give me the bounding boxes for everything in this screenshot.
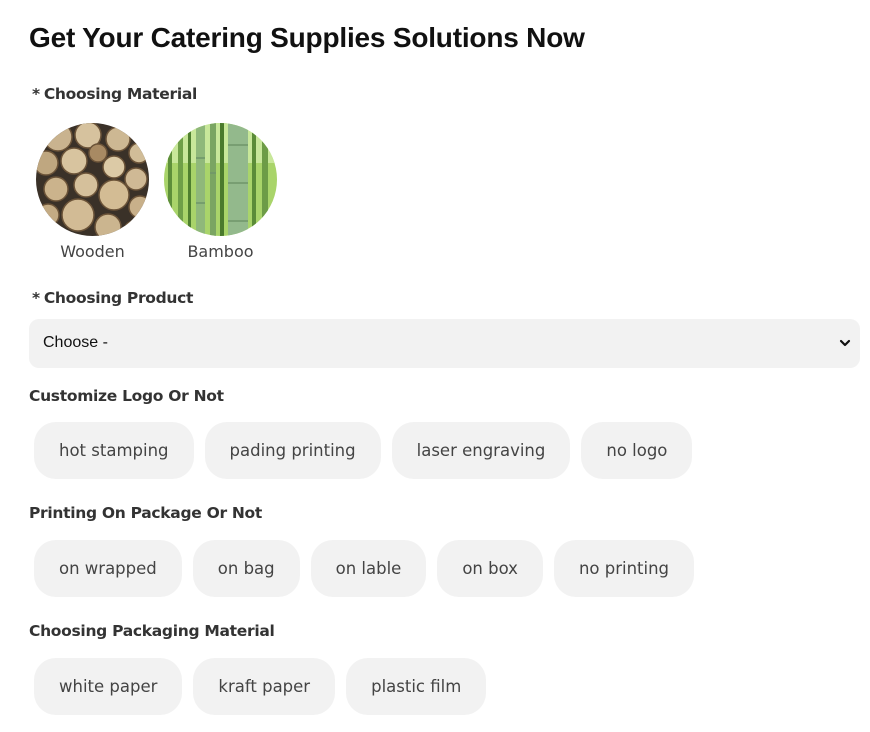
material-option-wooden[interactable]: Wooden	[36, 123, 149, 261]
printing-option-on-box[interactable]: on box	[437, 540, 543, 597]
printing-option-on-wrapped[interactable]: on wrapped	[34, 540, 182, 597]
required-mark: *	[32, 85, 40, 103]
packaging-material-label: Choosing Packaging Material	[29, 622, 275, 640]
printing-option-no-printing[interactable]: no printing	[553, 540, 695, 597]
packaging-option-plastic-film[interactable]: plastic film	[346, 658, 487, 715]
logo-option-pading-printing[interactable]: pading printing	[204, 422, 381, 479]
packaging-option-white-paper[interactable]: white paper	[34, 658, 183, 715]
package-printing-options: on wrapped on bag on lable on box no pri…	[34, 540, 695, 597]
logo-options: hot stamping pading printing laser engra…	[34, 422, 693, 479]
bamboo-forest-image	[164, 123, 277, 236]
packaging-option-kraft-paper[interactable]: kraft paper	[193, 658, 336, 715]
material-label: * Choosing Material	[32, 85, 198, 103]
material-options: Wooden Bamboo	[36, 123, 277, 261]
page-title: Get Your Catering Supplies Solutions Now	[29, 22, 585, 53]
product-label: * Choosing Product	[32, 289, 194, 307]
printing-option-on-bag[interactable]: on bag	[192, 540, 300, 597]
logo-option-hot-stamping[interactable]: hot stamping	[34, 422, 194, 479]
printing-option-on-lable[interactable]: on lable	[310, 540, 427, 597]
logo-option-no-logo[interactable]: no logo	[581, 422, 693, 479]
wooden-image	[36, 123, 149, 236]
packaging-material-options: white paper kraft paper plastic film	[34, 658, 487, 715]
material-option-bamboo[interactable]: Bamboo	[164, 123, 277, 261]
logo-option-laser-engraving[interactable]: laser engraving	[391, 422, 571, 479]
material-name: Wooden	[60, 242, 125, 261]
bamboo-image	[164, 123, 277, 236]
chevron-down-icon	[839, 339, 851, 347]
material-name: Bamboo	[187, 242, 254, 261]
product-select-value: Choose -	[43, 334, 108, 351]
stacked-logs-image	[36, 123, 149, 236]
logo-label: Customize Logo Or Not	[29, 387, 224, 405]
package-printing-label: Printing On Package Or Not	[29, 504, 263, 522]
product-select[interactable]: Choose -	[29, 319, 860, 368]
required-mark: *	[32, 289, 40, 307]
